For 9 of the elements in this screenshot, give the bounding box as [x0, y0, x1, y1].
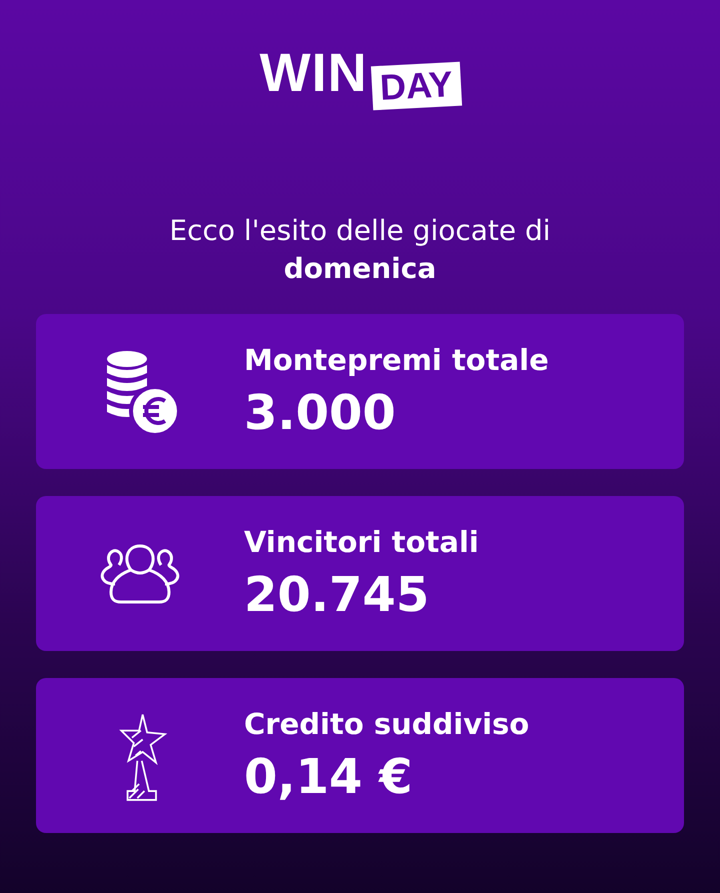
stat-label: Montepremi totale — [244, 342, 549, 378]
stat-value: 3.000 — [244, 384, 397, 442]
subtitle-text: Ecco l'esito delle giocate di domenica — [168, 213, 552, 287]
stat-label: Vincitori totali — [244, 524, 479, 560]
stat-value: 20.745 — [244, 566, 430, 624]
stat-value: 0,14 € — [244, 748, 414, 806]
stat-label: Credito suddiviso — [244, 706, 530, 742]
logo-text: WIN — [260, 46, 368, 100]
logo-tag: DAY — [370, 62, 462, 110]
